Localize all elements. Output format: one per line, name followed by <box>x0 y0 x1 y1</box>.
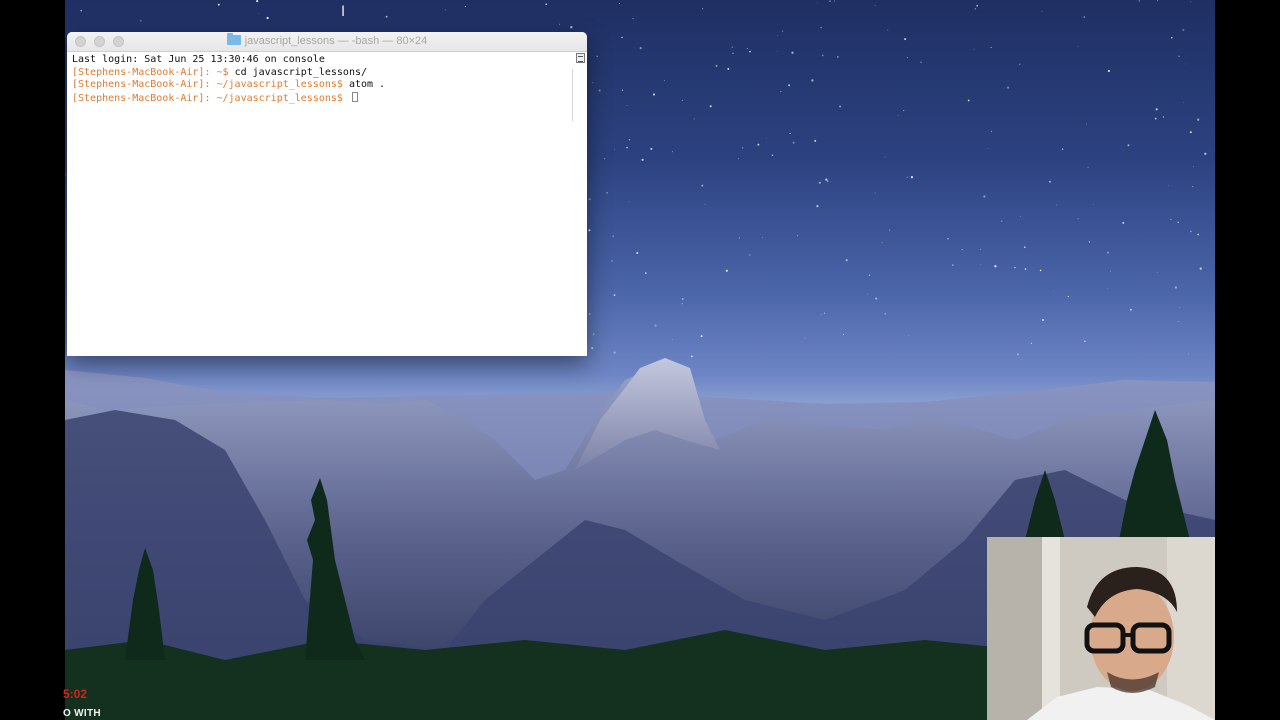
terminal-output[interactable]: Last login: Sat Jun 25 13:30:46 on conso… <box>67 52 573 356</box>
scrollbar[interactable] <box>572 69 573 121</box>
terminal-line: [Stephens-MacBook-Air]: ~$ cd javascript… <box>72 67 568 80</box>
line-text: atom . <box>342 79 386 90</box>
terminal-titlebar[interactable]: javascript_lessons — -bash — 80×24 <box>67 32 587 52</box>
folder-icon <box>226 33 241 45</box>
line-text <box>343 93 349 104</box>
window-title-text: javascript_lessons — -bash — 80×24 <box>244 35 428 47</box>
text-cursor-icon: I <box>341 4 346 20</box>
line-text: Last login: Sat Jun 25 13:30:46 on conso… <box>72 54 325 65</box>
overlay-timestamp: 5:02 <box>63 687 88 701</box>
shell-prompt: [Stephens-MacBook-Air]: ~/javascript_les… <box>72 92 343 104</box>
terminal-window[interactable]: javascript_lessons — -bash — 80×24 Last … <box>67 32 587 356</box>
terminal-line: [Stephens-MacBook-Air]: ~/javascript_les… <box>72 91 568 105</box>
webcam-overlay <box>987 537 1215 720</box>
line-text: cd javascript_lessons/ <box>228 66 368 78</box>
shell-prompt: [Stephens-MacBook-Air]: ~/javascript_les… <box>72 79 343 90</box>
terminal-line: [Stephens-MacBook-Air]: ~/javascript_les… <box>72 79 568 92</box>
shell-prompt: [Stephens-MacBook-Air]: ~$ <box>72 66 229 78</box>
presenter-video <box>987 537 1215 720</box>
block-cursor <box>351 91 358 102</box>
split-view-button[interactable] <box>576 53 585 63</box>
terminal-line: Last login: Sat Jun 25 13:30:46 on conso… <box>72 54 568 67</box>
overlay-caption: O WITH <box>63 708 101 719</box>
window-title: javascript_lessons — -bash — 80×24 <box>67 33 587 47</box>
